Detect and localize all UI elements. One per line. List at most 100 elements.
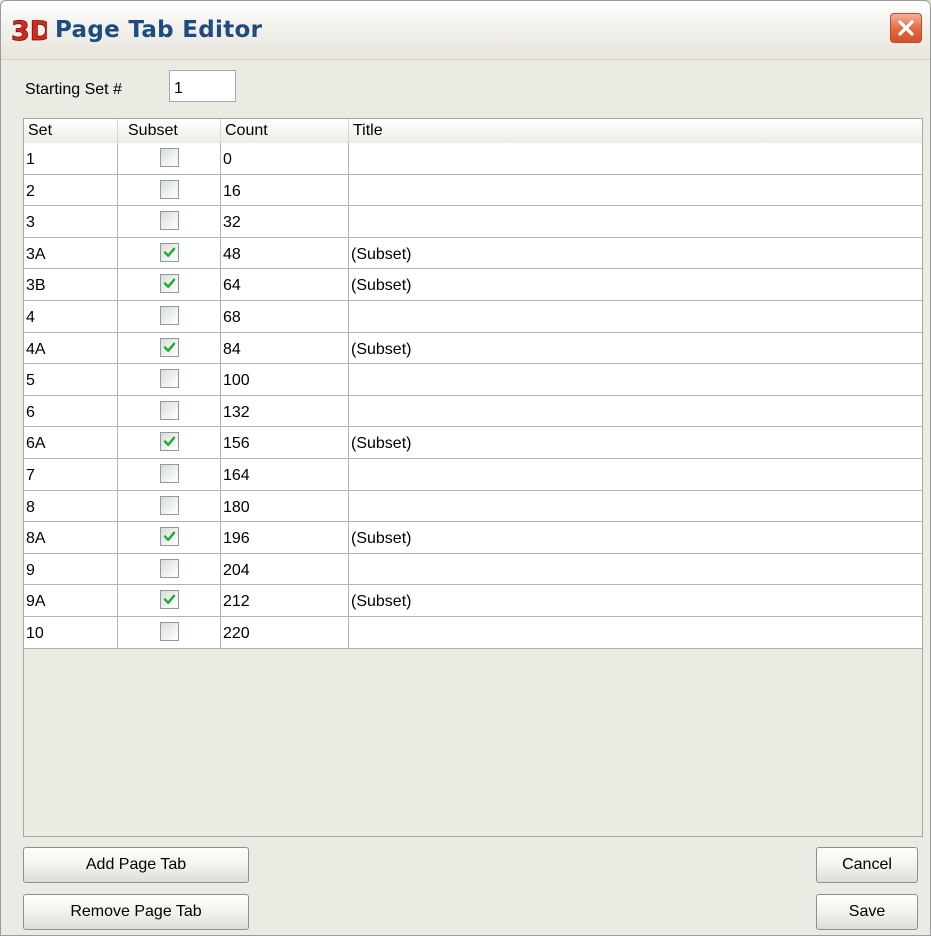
count-cell[interactable]: 212: [221, 585, 349, 616]
title-cell[interactable]: (Subset): [349, 333, 922, 364]
set-cell[interactable]: 6: [24, 395, 118, 427]
count-cell[interactable]: 156: [221, 427, 349, 458]
subset-checkbox[interactable]: [160, 400, 179, 420]
subset-cell[interactable]: [118, 585, 221, 616]
column-header-title[interactable]: Title: [349, 119, 922, 143]
count-cell[interactable]: 100: [221, 364, 349, 395]
subset-cell[interactable]: [118, 553, 221, 585]
title-cell[interactable]: (Subset): [349, 585, 922, 616]
count-cell[interactable]: 164: [221, 458, 349, 490]
table-row[interactable]: 5 100: [24, 364, 922, 396]
title-cell[interactable]: [349, 554, 922, 585]
subset-cell[interactable]: [118, 332, 221, 364]
table-row[interactable]: 6A 156 (Subset): [24, 427, 922, 459]
subset-checkbox[interactable]: [160, 432, 179, 452]
save-button[interactable]: Save: [816, 894, 918, 930]
set-cell[interactable]: 8A: [24, 522, 118, 553]
set-cell[interactable]: 4: [24, 300, 118, 332]
count-cell[interactable]: 32: [221, 206, 349, 237]
subset-cell[interactable]: [118, 427, 221, 458]
subset-checkbox[interactable]: [160, 527, 179, 547]
title-cell[interactable]: [349, 206, 922, 237]
count-cell[interactable]: 132: [221, 395, 349, 427]
close-button[interactable]: [890, 13, 922, 43]
count-cell[interactable]: 64: [221, 269, 349, 300]
set-cell[interactable]: 10: [24, 616, 118, 648]
table-row[interactable]: 10 220: [24, 616, 922, 649]
subset-cell[interactable]: [118, 237, 221, 269]
table-row[interactable]: 3 32: [24, 206, 922, 238]
starting-set-input[interactable]: [169, 70, 236, 102]
title-cell[interactable]: [349, 301, 922, 332]
subset-checkbox[interactable]: [160, 463, 179, 483]
table-row[interactable]: 2 16: [24, 174, 922, 207]
title-cell[interactable]: [349, 459, 922, 490]
count-cell[interactable]: 220: [221, 616, 349, 648]
subset-cell[interactable]: [118, 364, 221, 395]
subset-checkbox[interactable]: [160, 590, 179, 610]
set-cell[interactable]: 7: [24, 458, 118, 490]
subset-cell[interactable]: [118, 143, 221, 174]
subset-checkbox[interactable]: [160, 337, 179, 357]
set-cell[interactable]: 6A: [24, 427, 118, 458]
count-cell[interactable]: 16: [221, 174, 349, 206]
count-cell[interactable]: 0: [221, 143, 349, 174]
column-header-count[interactable]: Count: [221, 119, 349, 143]
subset-checkbox[interactable]: [160, 305, 179, 325]
cancel-button[interactable]: Cancel: [816, 847, 918, 883]
table-row[interactable]: 4 68: [24, 300, 922, 333]
title-cell[interactable]: [349, 143, 922, 174]
count-cell[interactable]: 84: [221, 332, 349, 364]
table-row[interactable]: 8A 196 (Subset): [24, 522, 922, 554]
count-cell[interactable]: 180: [221, 490, 349, 522]
subset-checkbox[interactable]: [160, 495, 179, 515]
set-cell[interactable]: 1: [24, 143, 118, 174]
subset-checkbox[interactable]: [160, 621, 179, 641]
title-cell[interactable]: [349, 491, 922, 522]
subset-cell[interactable]: [118, 269, 221, 300]
table-row[interactable]: 3A 48 (Subset): [24, 237, 922, 270]
table-row[interactable]: 10: [24, 143, 922, 175]
set-cell[interactable]: 5: [24, 364, 118, 395]
subset-cell[interactable]: [118, 616, 221, 648]
subset-cell[interactable]: [118, 206, 221, 237]
title-cell[interactable]: (Subset): [349, 238, 922, 269]
count-cell[interactable]: 196: [221, 522, 349, 553]
title-cell[interactable]: [349, 364, 922, 395]
subset-checkbox[interactable]: [160, 242, 179, 262]
table-row[interactable]: 7 164: [24, 458, 922, 491]
subset-checkbox[interactable]: [160, 274, 179, 294]
title-cell[interactable]: [349, 396, 922, 427]
set-cell[interactable]: 3A: [24, 237, 118, 269]
subset-checkbox[interactable]: [160, 211, 179, 231]
count-cell[interactable]: 204: [221, 553, 349, 585]
column-header-subset[interactable]: Subset: [118, 119, 221, 143]
table-row[interactable]: 9 204: [24, 553, 922, 586]
subset-cell[interactable]: [118, 458, 221, 490]
title-cell[interactable]: (Subset): [349, 427, 922, 458]
subset-checkbox[interactable]: [160, 369, 179, 389]
title-cell[interactable]: (Subset): [349, 269, 922, 300]
subset-checkbox[interactable]: [160, 148, 179, 167]
add-page-tab-button[interactable]: Add Page Tab: [23, 847, 249, 883]
title-cell[interactable]: (Subset): [349, 522, 922, 553]
subset-checkbox[interactable]: [160, 179, 179, 199]
table-row[interactable]: 3B 64 (Subset): [24, 269, 922, 301]
subset-cell[interactable]: [118, 174, 221, 206]
remove-page-tab-button[interactable]: Remove Page Tab: [23, 894, 249, 930]
table-row[interactable]: 4A 84 (Subset): [24, 332, 922, 365]
subset-cell[interactable]: [118, 395, 221, 427]
subset-checkbox[interactable]: [160, 558, 179, 578]
column-header-set[interactable]: Set: [24, 119, 118, 143]
set-cell[interactable]: 3: [24, 206, 118, 237]
set-cell[interactable]: 4A: [24, 332, 118, 364]
subset-cell[interactable]: [118, 300, 221, 332]
table-row[interactable]: 6 132: [24, 395, 922, 428]
table-row[interactable]: 8 180: [24, 490, 922, 523]
count-cell[interactable]: 48: [221, 237, 349, 269]
title-cell[interactable]: [349, 175, 922, 206]
set-cell[interactable]: 2: [24, 174, 118, 206]
subset-cell[interactable]: [118, 522, 221, 553]
title-bar[interactable]: 3D Page Tab Editor: [1, 1, 930, 60]
subset-cell[interactable]: [118, 490, 221, 522]
